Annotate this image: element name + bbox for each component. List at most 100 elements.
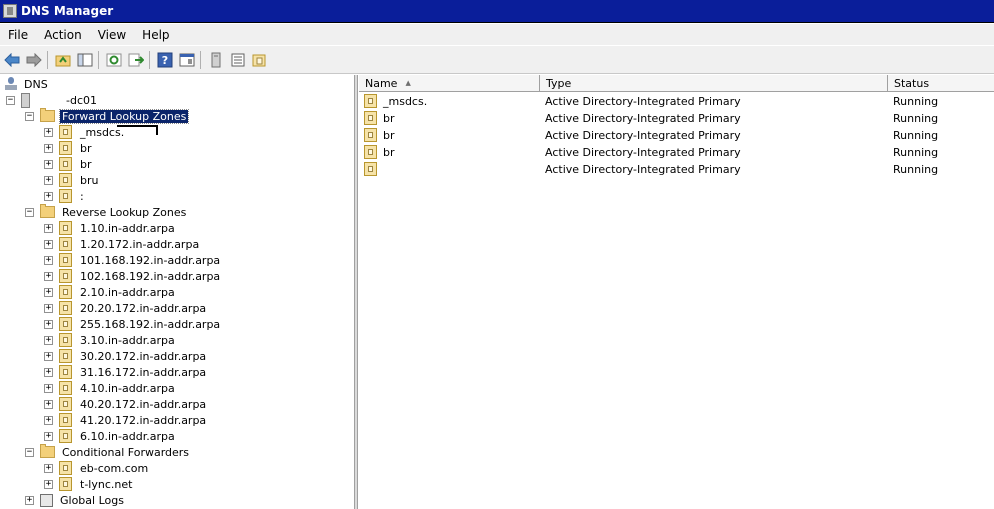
tree-node-zone[interactable]: +20.20.172.in-addr.arpa — [44, 300, 208, 316]
redaction-mark — [156, 125, 158, 135]
column-header-status[interactable]: Status — [888, 75, 994, 92]
expand-toggle[interactable]: + — [44, 479, 53, 489]
expand-toggle[interactable]: + — [44, 159, 53, 169]
expand-toggle[interactable]: + — [44, 431, 53, 441]
expand-toggle[interactable]: + — [44, 463, 53, 473]
tree-label: 4.10.in-addr.arpa — [80, 381, 175, 395]
expand-toggle[interactable]: + — [44, 175, 53, 185]
tree-node-zone[interactable]: +102.168.192.in-addr.arpa — [44, 268, 222, 284]
export-list-icon[interactable] — [126, 50, 146, 70]
tree-node-zone[interactable]: +30.20.172.in-addr.arpa — [44, 348, 208, 364]
column-header-name[interactable]: Name ▲ — [359, 75, 540, 92]
zone-icon — [364, 94, 377, 108]
column-label: Name — [365, 76, 398, 90]
tree-node-zone[interactable]: + _msdcs. — [44, 124, 126, 140]
expand-toggle[interactable]: + — [44, 319, 53, 329]
window-title: DNS Manager — [21, 4, 114, 18]
tree-label: -dc01 — [66, 93, 97, 107]
zone-name: br — [383, 128, 395, 142]
expand-toggle[interactable]: + — [44, 351, 53, 361]
tree-node-forwarder[interactable]: + eb-com.com — [44, 460, 150, 476]
tree-label: bru — [80, 173, 99, 187]
collapse-toggle[interactable]: − — [25, 207, 34, 217]
back-arrow-icon[interactable] — [2, 50, 22, 70]
expand-toggle[interactable]: + — [44, 143, 53, 153]
show-hide-tree-icon[interactable] — [75, 50, 95, 70]
pane-splitter[interactable] — [354, 75, 358, 509]
up-folder-icon[interactable] — [53, 50, 73, 70]
expand-toggle[interactable]: + — [44, 367, 53, 377]
zone-icon[interactable] — [250, 50, 270, 70]
expand-toggle[interactable]: + — [44, 127, 53, 137]
properties-icon[interactable] — [177, 50, 197, 70]
expand-toggle[interactable]: + — [44, 287, 53, 297]
expand-toggle[interactable]: + — [44, 271, 53, 281]
tree-node-server[interactable]: − -dc01 — [6, 92, 99, 108]
tree-node-zone[interactable]: +40.20.172.in-addr.arpa — [44, 396, 208, 412]
tree-label: br — [80, 141, 92, 155]
svg-text:?: ? — [162, 54, 168, 67]
tree-node-zone[interactable]: + : — [44, 188, 86, 204]
expand-toggle[interactable]: + — [44, 399, 53, 409]
list-cell-status: Running — [893, 162, 939, 176]
tree-label: DNS — [24, 77, 48, 91]
zone-icon — [59, 269, 72, 283]
server-icon — [21, 92, 30, 108]
zone-icon — [364, 128, 377, 142]
refresh-icon[interactable] — [104, 50, 124, 70]
expand-toggle[interactable]: + — [44, 303, 53, 313]
tree-node-zone[interactable]: +101.168.192.in-addr.arpa — [44, 252, 222, 268]
tree-node-zone[interactable]: + br — [44, 140, 94, 156]
tree-node-forward-lookup-zones[interactable]: − Forward Lookup Zones — [25, 108, 190, 124]
menu-view[interactable]: View — [90, 28, 134, 42]
tree-node-zone[interactable]: + br — [44, 156, 94, 172]
expand-toggle[interactable]: + — [44, 255, 53, 265]
tree-node-zone[interactable]: + bru — [44, 172, 100, 188]
list-icon[interactable] — [228, 50, 248, 70]
tree-label: 255.168.192.in-addr.arpa — [80, 317, 221, 331]
server-icon[interactable] — [206, 50, 226, 70]
tree-label: 30.20.172.in-addr.arpa — [80, 349, 207, 363]
tree-node-reverse-lookup-zones[interactable]: − Reverse Lookup Zones — [25, 204, 188, 220]
zone-icon — [59, 365, 72, 379]
tree-node-global-logs[interactable]: + Global Logs — [25, 492, 126, 508]
column-header-type[interactable]: Type — [540, 75, 888, 92]
tree-label: 20.20.172.in-addr.arpa — [80, 301, 207, 315]
tree-node-zone[interactable]: +4.10.in-addr.arpa — [44, 380, 177, 396]
column-label: Type — [546, 76, 572, 90]
zone-icon — [364, 145, 377, 159]
expand-toggle[interactable]: + — [25, 495, 34, 505]
expand-toggle[interactable]: + — [44, 191, 53, 201]
tree-node-zone[interactable]: +31.16.172.in-addr.arpa — [44, 364, 208, 380]
collapse-toggle[interactable]: − — [25, 447, 34, 457]
zone-icon — [59, 317, 72, 331]
tree-node-zone[interactable]: +6.10.in-addr.arpa — [44, 428, 177, 444]
list-cell-name: br — [364, 144, 395, 160]
list-cell-name: br — [364, 127, 395, 143]
collapse-toggle[interactable]: − — [6, 95, 15, 105]
expand-toggle[interactable]: + — [44, 239, 53, 249]
expand-toggle[interactable]: + — [44, 383, 53, 393]
expand-toggle[interactable]: + — [44, 335, 53, 345]
help-icon[interactable]: ? — [155, 50, 175, 70]
tree-node-forwarder[interactable]: + t-lync.net — [44, 476, 134, 492]
menu-file[interactable]: File — [0, 28, 36, 42]
list-cell-type: Active Directory-Integrated Primary — [545, 145, 741, 159]
expand-toggle[interactable]: + — [44, 223, 53, 233]
tree-node-zone[interactable]: +255.168.192.in-addr.arpa — [44, 316, 222, 332]
redaction-mark — [117, 125, 158, 127]
tree-node-zone[interactable]: +1.20.172.in-addr.arpa — [44, 236, 201, 252]
zone-name: br — [383, 111, 395, 125]
forward-arrow-icon[interactable] — [24, 50, 44, 70]
expand-toggle[interactable]: + — [44, 415, 53, 425]
tree-node-zone[interactable]: +41.20.172.in-addr.arpa — [44, 412, 208, 428]
tree-node-conditional-forwarders[interactable]: − Conditional Forwarders — [25, 444, 191, 460]
collapse-toggle[interactable]: − — [25, 111, 34, 121]
tree-node-zone[interactable]: +2.10.in-addr.arpa — [44, 284, 177, 300]
menu-help[interactable]: Help — [134, 28, 177, 42]
tree-node-dns[interactable]: DNS — [4, 76, 50, 92]
tree-node-zone[interactable]: +1.10.in-addr.arpa — [44, 220, 177, 236]
list-cell-name: _msdcs. — [364, 93, 427, 109]
menu-action[interactable]: Action — [36, 28, 90, 42]
tree-node-zone[interactable]: +3.10.in-addr.arpa — [44, 332, 177, 348]
